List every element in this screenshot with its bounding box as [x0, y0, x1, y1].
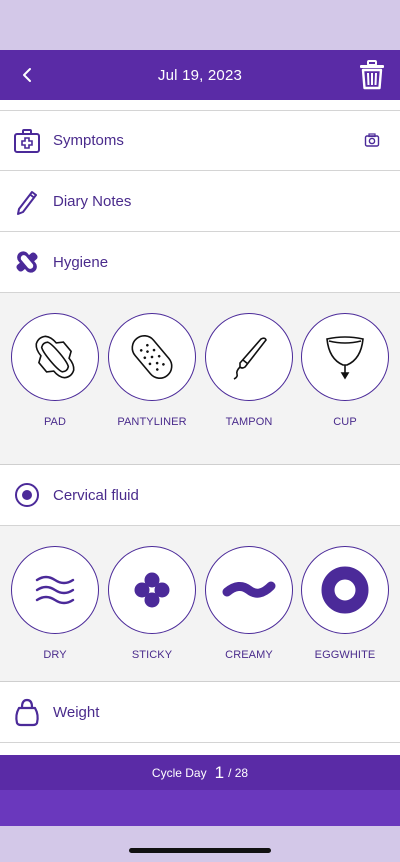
cervical-fluid-row[interactable]: Cervical fluid — [0, 465, 400, 526]
hygiene-row[interactable]: Hygiene — [0, 232, 400, 293]
sticky-blob-icon — [134, 572, 170, 608]
option-label: CUP — [333, 416, 357, 428]
bottom-bar — [0, 790, 400, 826]
pad-icon — [35, 335, 75, 379]
option-label: CREAMY — [225, 649, 273, 661]
hygiene-option-pad[interactable]: PAD — [10, 313, 100, 428]
cervical-fluid-label: Cervical fluid — [53, 486, 139, 504]
cycle-day-label: Cycle Day — [151, 765, 207, 780]
symptoms-row[interactable]: Symptoms — [0, 110, 400, 171]
camera-icon — [364, 133, 380, 147]
kettlebell-icon — [12, 697, 42, 727]
hygiene-pad-icon — [12, 247, 42, 277]
hygiene-option-tampon[interactable]: TAMPON — [204, 313, 294, 428]
option-label: STICKY — [131, 649, 173, 661]
target-icon — [12, 480, 42, 510]
option-label: DRY — [43, 649, 67, 661]
cycle-day-footer: Cycle Day 1 / 28 — [0, 755, 400, 790]
option-label: PANTYLINER — [117, 416, 187, 428]
delete-button[interactable] — [358, 60, 386, 90]
chevron-left-icon — [23, 68, 31, 82]
cervical-option-creamy[interactable]: CREAMY — [204, 546, 294, 661]
pantyliner-icon — [131, 335, 173, 379]
trash-icon — [360, 60, 384, 90]
cervical-option-eggwhite[interactable]: EGGWHITE — [300, 546, 390, 661]
hygiene-option-cup[interactable]: CUP — [300, 313, 390, 428]
creamy-wave-icon — [222, 581, 276, 598]
diary-notes-label: Diary Notes — [53, 192, 132, 210]
cervical-option-dry[interactable]: DRY — [10, 546, 100, 661]
top-app-bar: Jul 19, 2023 — [0, 50, 400, 100]
page-title: Jul 19, 2023 — [157, 66, 243, 84]
tampon-icon — [233, 337, 267, 380]
diary-notes-row[interactable]: Diary Notes — [0, 171, 400, 232]
day-entry-list: Symptoms Diary Notes Hygiene PAD PANTYLI… — [0, 100, 400, 755]
back-button[interactable] — [14, 62, 40, 88]
cycle-length: / 28 — [228, 765, 249, 780]
eggwhite-ring-icon — [321, 566, 369, 614]
dry-waves-icon — [35, 575, 75, 605]
symptoms-label: Symptoms — [53, 132, 124, 149]
option-label: EGGWHITE — [314, 649, 376, 661]
option-label: PAD — [43, 416, 67, 428]
cervical-option-sticky[interactable]: STICKY — [107, 546, 197, 661]
hygiene-option-pantyliner[interactable]: PANTYLINER — [107, 313, 197, 428]
home-indicator[interactable] — [129, 848, 271, 853]
weight-label: Weight — [53, 703, 100, 721]
medical-kit-icon — [12, 126, 42, 156]
cervical-options-panel: DRY STICKY CREAMY EGGWHITE — [0, 526, 400, 682]
camera-button[interactable] — [364, 132, 380, 148]
weight-row[interactable]: Weight — [0, 682, 400, 743]
status-bar — [0, 0, 400, 50]
hygiene-label: Hygiene — [53, 253, 109, 271]
home-indicator-area — [0, 826, 400, 862]
cup-icon — [326, 336, 364, 380]
hygiene-options-panel: PAD PANTYLINER TAMPON CUP — [0, 293, 400, 465]
option-label: TAMPON — [225, 416, 273, 428]
cycle-day-number: 1 — [214, 762, 225, 782]
pencil-icon — [12, 186, 42, 216]
